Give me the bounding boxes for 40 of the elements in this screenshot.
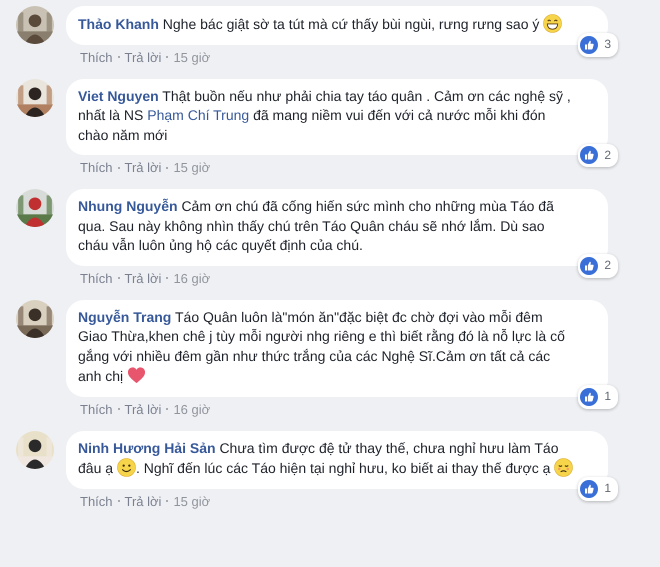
worried-face-icon <box>554 458 574 477</box>
comment-text: Viet Nguyen Thật buồn nếu như phải chia tay táo quân . Cảm ơn các nghệ sỹ , nhất là NS Phạm Chí Trung đã mang niềm vui đến với cả nước mỗi khi đón chào năm mới <box>78 86 572 144</box>
thumbs-up-icon <box>580 480 598 498</box>
author-name[interactable]: Nhung Nguyễn <box>78 198 178 214</box>
comment-text: Nhung Nguyễn Cảm ơn chú đã cống hiến sức mình cho những mùa Táo đã qua. Sau này không nhìn thấy chú trên Táo Quân cháu sẽ nhớ lắm. Dù sao cháu vẫn luôn ủng hộ các quyết định của chú. <box>78 197 555 255</box>
action-link[interactable]: Trả lời <box>124 50 162 64</box>
heart-icon <box>127 366 146 385</box>
comment-text: Thảo Khanh Nghe bác giật sờ ta tút mà cứ thấy bùi ngùi, rưng rưng sao ý <box>78 14 574 34</box>
timestamp[interactable]: 15 giờ <box>173 50 210 64</box>
author-name[interactable]: Viet Nguyen <box>78 88 159 104</box>
timestamp[interactable]: 15 giờ <box>173 160 210 175</box>
action-link[interactable]: Thích <box>80 160 113 175</box>
action-link[interactable]: Trả lời <box>124 270 162 286</box>
thumbs-up-icon <box>580 146 598 164</box>
comment-text: Nguyễn Trang Táo Quân luôn là"món ăn"đặc biệt đc chờ đợi vào mỗi đêm Giao Thừa,khen chê j tùy mỗi người nhg riêng e thì biết rằng đó là nỗ lực là cố gắng với nhiều đêm gần như thức trắng của các Nghệ Sĩ.Cảm ơn tất cả các anh chị <box>78 308 566 386</box>
grinning-face-icon <box>543 14 562 33</box>
timestamp[interactable]: 16 giờ <box>173 270 210 286</box>
action-link[interactable]: Thích <box>80 50 113 64</box>
like-count-badge[interactable]: 3 <box>578 33 618 56</box>
action-link[interactable]: Thích <box>80 402 113 416</box>
timestamp[interactable]: 15 giờ <box>173 494 210 508</box>
thumbs-up-icon <box>580 36 598 54</box>
action-link[interactable]: Thích <box>80 270 113 286</box>
thumbs-up-icon <box>580 256 598 275</box>
action-link[interactable]: Thích <box>80 494 113 508</box>
action-link[interactable]: Trả lời <box>124 160 162 175</box>
author-name[interactable]: Ninh Hương Hải Sản <box>78 440 216 456</box>
like-count-badge[interactable]: 1 <box>578 477 618 500</box>
like-count-badge[interactable]: 2 <box>578 254 618 278</box>
like-count-badge[interactable]: 2 <box>578 144 618 167</box>
author-name[interactable]: Thảo Khanh <box>78 16 159 32</box>
smiling-face-icon <box>116 458 136 477</box>
action-link[interactable]: Trả lời <box>124 494 162 508</box>
action-link[interactable]: Trả lời <box>124 402 162 416</box>
comment-text: Ninh Hương Hải Sản Chưa tìm được đệ tử thay thế, chưa nghỉ hưu làm Táo đâu ạ . Nghĩ đến lúc các Táo hiện tại nghỉ hưu, ko biết ai thay thế được ạ <box>78 438 574 478</box>
author-name[interactable]: Nguyễn Trang <box>78 308 172 324</box>
timestamp[interactable]: 16 giờ <box>173 402 210 416</box>
like-count-badge[interactable]: 1 <box>578 385 618 408</box>
thumbs-up-icon <box>580 388 598 406</box>
profile-link[interactable]: Phạm Chí Trung <box>147 107 250 123</box>
